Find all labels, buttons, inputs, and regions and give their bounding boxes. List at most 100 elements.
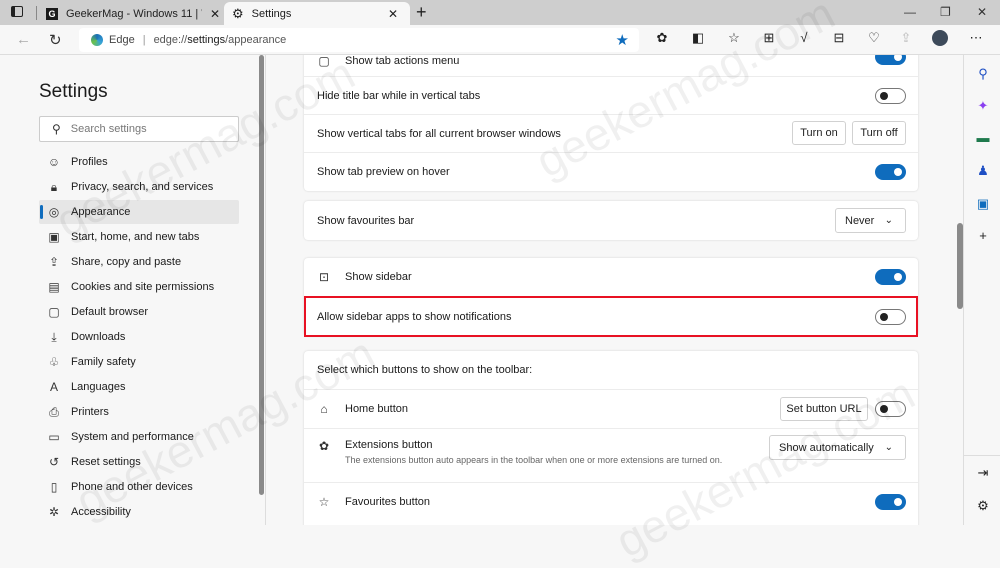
setting-row-hide-title-bar: Hide title bar while in vertical tabs xyxy=(304,76,918,114)
sidebar-item-downloads[interactable]: ⤓ Downloads xyxy=(39,325,239,349)
sidebar-item-phone-and-other-devices[interactable]: ▯ Phone and other devices xyxy=(39,475,239,499)
url-bold: settings xyxy=(187,34,226,46)
accessibility-icon: ✲ xyxy=(48,505,60,519)
sidebar-item-label: Profiles xyxy=(71,156,108,168)
extensions-button-dropdown[interactable]: Show automatically ⌄ xyxy=(769,435,906,460)
new-tab-button[interactable]: + xyxy=(416,2,427,23)
cookies-icon: ▤ xyxy=(48,280,60,294)
chevron-down-icon: ⌄ xyxy=(884,442,893,453)
browser-essentials-icon[interactable]: ♡ xyxy=(866,30,882,46)
tab-geekermag[interactable]: G GeekerMag - Windows 11 | Windows ✕ xyxy=(42,2,222,25)
gear-icon: ⚙ xyxy=(232,5,244,21)
tools-icon[interactable]: ▬ xyxy=(975,130,991,145)
extensions-icon: ✿ xyxy=(318,439,330,453)
section-heading: Select which buttons to show on the tool… xyxy=(317,364,533,376)
tab-title: Settings xyxy=(251,7,292,20)
close-tab-icon[interactable]: ✕ xyxy=(210,7,220,21)
lock-icon: 🔒︎ xyxy=(50,179,58,194)
url-prefix: edge:// xyxy=(153,34,188,46)
close-tab-icon[interactable]: ✕ xyxy=(388,7,398,21)
more-options-icon[interactable]: ⋯ xyxy=(968,30,984,46)
toggle-switch[interactable] xyxy=(875,164,906,180)
sidebar-settings-icon[interactable]: ⚙ xyxy=(975,498,991,514)
url-text[interactable]: edge://settings/appearance xyxy=(154,34,287,46)
minimize-button[interactable]: — xyxy=(904,5,916,19)
maximize-button[interactable]: ❐ xyxy=(940,5,951,19)
sidebar-item-label: Start, home, and new tabs xyxy=(71,231,200,243)
sidebar-item-default-browser[interactable]: ▢ Default browser xyxy=(39,300,239,324)
tabs-card: ▢ Show tab actions menu Hide title bar w… xyxy=(304,55,918,191)
setting-row-favourites-button: ☆ Favourites button xyxy=(304,482,918,521)
sidebar-item-privacy-search-and-services[interactable]: 🔒︎ Privacy, search, and services xyxy=(39,175,239,199)
toolbar-buttons-card: Select which buttons to show on the tool… xyxy=(304,351,918,525)
settings-scrollbar[interactable] xyxy=(259,55,264,495)
sidebar-item-label: Accessibility xyxy=(71,506,131,518)
sidebar-item-accessibility[interactable]: ✲ Accessibility xyxy=(39,500,239,524)
profile-avatar[interactable] xyxy=(932,30,948,46)
sidebar-item-appearance[interactable]: ◎ Appearance xyxy=(39,200,239,224)
turn-off-button[interactable]: Turn off xyxy=(852,121,906,145)
toggle-switch[interactable] xyxy=(875,401,906,417)
setting-row-tab-preview: Show tab preview on hover xyxy=(304,152,918,191)
favorite-star-icon[interactable]: ★ xyxy=(616,31,629,49)
tab-actions-icon[interactable] xyxy=(11,6,23,17)
sidebar-item-label: Reset settings xyxy=(71,456,141,468)
printer-icon: ⎙ xyxy=(49,404,59,419)
toggle-switch[interactable] xyxy=(875,88,906,104)
setting-label: Hide title bar while in vertical tabs xyxy=(317,89,481,102)
extensions-icon[interactable]: ✿ xyxy=(654,30,670,46)
collections-icon[interactable]: ⊞ xyxy=(761,30,777,46)
languages-icon: A xyxy=(49,380,58,394)
setting-row-favourites-bar: Show favourites bar Never ⌄ xyxy=(304,201,918,240)
favorites-icon[interactable]: ☆ xyxy=(726,30,742,46)
set-button-url-button[interactable]: Set button URL xyxy=(780,397,868,421)
setting-label: Show tab actions menu xyxy=(345,55,460,67)
close-window-button[interactable]: ✕ xyxy=(977,5,987,19)
sidebar-item-reset-settings[interactable]: ↺ Reset settings xyxy=(39,450,239,474)
sidebar-item-profiles[interactable]: ☺ Profiles xyxy=(39,150,239,174)
share-icon[interactable]: ⇪ xyxy=(898,30,914,46)
sidebar-item-label: Downloads xyxy=(71,331,126,343)
address-bar[interactable]: Edge | edge://settings/appearance ★ xyxy=(79,28,639,52)
setting-row-extensions-button: ✿ Extensions button The extensions butto… xyxy=(304,428,918,482)
search-icon[interactable]: ⚲ xyxy=(975,66,991,82)
turn-on-button[interactable]: Turn on xyxy=(792,121,846,145)
search-settings-input[interactable]: ⚲ Search settings xyxy=(39,116,239,142)
sidebar-item-label: Languages xyxy=(71,381,126,393)
tab-actions-icon: ▢ xyxy=(318,55,330,68)
sidebar-item-cookies-and-site-permissions[interactable]: ▤ Cookies and site permissions xyxy=(39,275,239,299)
hide-sidebar-icon[interactable]: ⇥ xyxy=(975,465,991,481)
sidebar-item-family-safety[interactable]: ♧ Family safety xyxy=(39,350,239,374)
sidebar-item-share-copy-and-paste[interactable]: ⇪ Share, copy and paste xyxy=(39,250,239,274)
copilot-sparkle-icon[interactable]: ✦ xyxy=(975,98,991,114)
sidebar-item-label: Printers xyxy=(71,406,109,418)
toggle-switch[interactable] xyxy=(875,269,906,285)
sidebar-item-languages[interactable]: A Languages xyxy=(39,375,239,399)
edge-sidebar: ⚲ ✦ ▬ ♟ ▣ + ⇥ ⚙ xyxy=(963,55,1000,525)
split-screen-icon[interactable]: ◧ xyxy=(690,30,706,46)
add-icon[interactable]: + xyxy=(975,228,991,243)
outlook-icon[interactable]: ▣ xyxy=(975,196,991,212)
settings-sidebar: Settings ⚲ Search settings ☺ Profiles 🔒︎ Pr… xyxy=(0,55,265,525)
sidebar-item-printers[interactable]: ⎙ Printers xyxy=(39,400,239,424)
tab-title: GeekerMag - Windows 11 | Windows xyxy=(66,7,202,20)
apps-icon[interactable]: ⊟ xyxy=(831,30,847,46)
toggle-switch[interactable] xyxy=(875,55,906,65)
sidebar-item-label: Privacy, search, and services xyxy=(71,181,214,193)
setting-label: Show favourites bar xyxy=(317,214,415,227)
divider xyxy=(964,455,1000,456)
favourites-bar-dropdown[interactable]: Never ⌄ xyxy=(835,208,906,233)
highlight-box xyxy=(304,296,918,337)
math-solver-icon[interactable]: √ xyxy=(796,30,812,45)
people-icon[interactable]: ♟ xyxy=(975,163,991,179)
refresh-icon[interactable]: ↻ xyxy=(49,31,62,49)
back-icon[interactable]: ← xyxy=(16,31,31,48)
toggle-switch[interactable] xyxy=(875,494,906,510)
toolbar-heading: Select which buttons to show on the tool… xyxy=(304,351,918,389)
sidebar-item-system-and-performance[interactable]: ▭ System and performance xyxy=(39,425,239,449)
tab-settings[interactable]: ⚙ Settings ✕ xyxy=(224,2,410,25)
sidebar-item-label: Share, copy and paste xyxy=(71,256,182,268)
sidebar-item-label: Cookies and site permissions xyxy=(71,281,215,293)
profile-icon: ☺ xyxy=(47,155,61,169)
sidebar-item-start-home-and-new-tabs[interactable]: ▣ Start, home, and new tabs xyxy=(39,225,239,249)
